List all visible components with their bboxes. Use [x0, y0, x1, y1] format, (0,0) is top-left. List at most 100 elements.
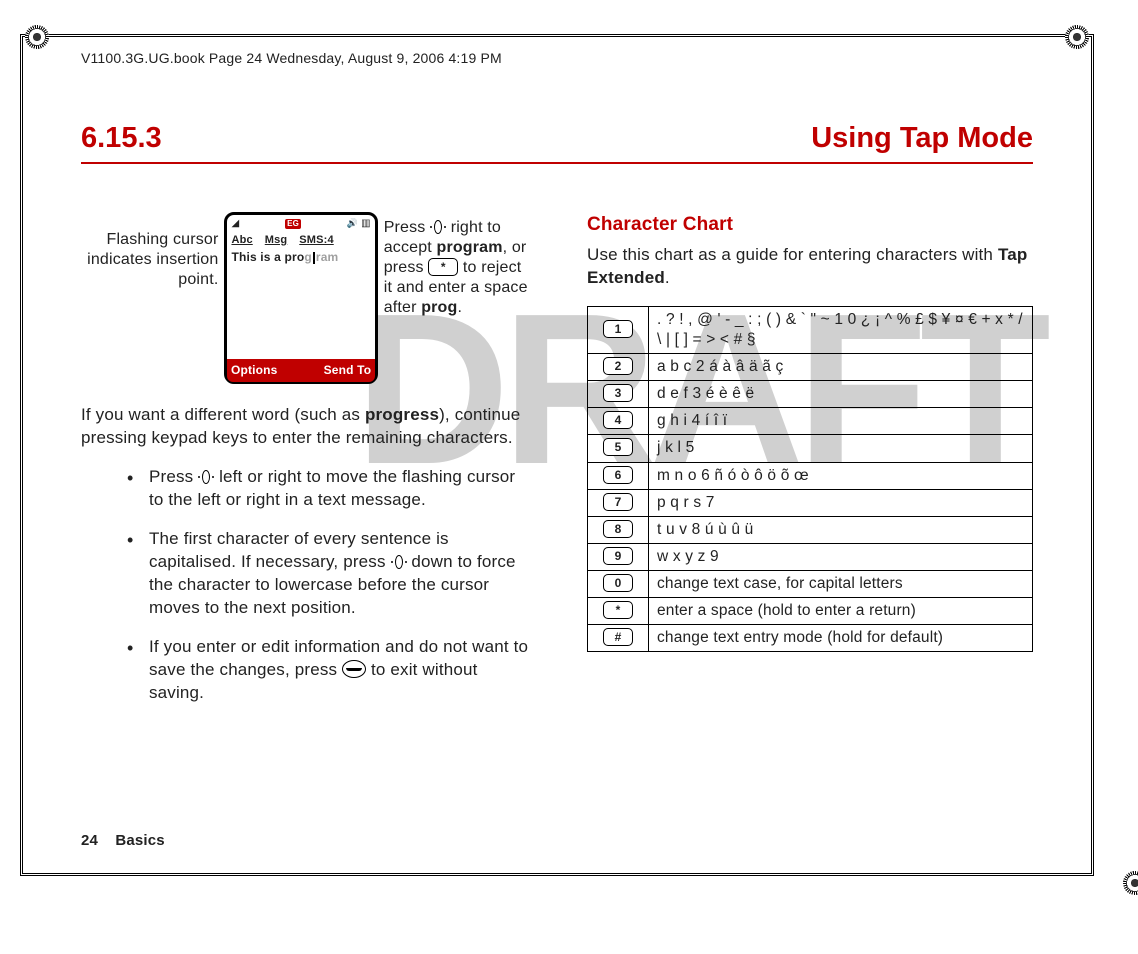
signal-icon — [231, 217, 239, 231]
keypad-key-icon: # — [603, 628, 633, 646]
value-cell: m n o 6 ñ ó ò ô ö õ œ — [649, 462, 1033, 489]
value-cell: . ? ! , @ ' - _ : ; ( ) & ` " ~ 1 0 ¿ ¡ … — [649, 306, 1033, 353]
key-cell: 9 — [588, 543, 649, 570]
list-item: The first character of every sentence is… — [105, 528, 531, 620]
section-title: Using Tap Mode — [811, 119, 1033, 158]
value-cell: change text case, for capital letters — [649, 571, 1033, 598]
key-cell: 5 — [588, 435, 649, 462]
nav-icon — [391, 555, 407, 569]
left-column: Flashing cursor indicates insertion poin… — [81, 212, 531, 720]
value-cell: enter a space (hold to enter a return) — [649, 598, 1033, 625]
corner-ornament — [1123, 871, 1138, 895]
bold-word: progress — [365, 405, 439, 424]
end-call-icon — [342, 660, 366, 678]
table-row: 4g h i 4 í î ï — [588, 408, 1033, 435]
value-cell: change text entry mode (hold for default… — [649, 625, 1033, 652]
value-cell: w x y z 9 — [649, 543, 1033, 570]
keypad-key-icon: 5 — [603, 438, 633, 456]
annotation-left: Flashing cursor indicates insertion poin… — [81, 212, 224, 290]
speaker-icon — [347, 218, 358, 229]
text: . — [665, 268, 670, 287]
annotation-right: Press right to accept program, or press … — [378, 212, 531, 318]
key-cell: 4 — [588, 408, 649, 435]
table-row: # change text entry mode (hold for defaul… — [588, 625, 1033, 652]
phone-illustration: EG ▥ Abc Msg SMS:4 This is a program Opt… — [224, 212, 377, 384]
table-row: 8 t u v 8 ú ù û ü — [588, 516, 1033, 543]
keypad-key-icon: 6 — [603, 466, 633, 484]
corner-ornament — [25, 25, 49, 49]
value-cell: t u v 8 ú ù û ü — [649, 516, 1033, 543]
message-text: This is a pro — [231, 250, 304, 264]
character-chart-table: 1 . ? ! , @ ' - _ : ; ( ) & ` " ~ 1 0 ¿ ¡… — [587, 306, 1033, 653]
phone-status-bar: EG ▥ — [227, 215, 374, 233]
softkey-right: Send To — [301, 362, 371, 378]
table-row: 6 m n o 6 ñ ó ò ô ö õ œ — [588, 462, 1033, 489]
table-row: 3 d e f 3 é è ê ë — [588, 381, 1033, 408]
text: Press — [149, 467, 198, 486]
key-cell: * — [588, 598, 649, 625]
list-item: If you enter or edit information and do … — [105, 636, 531, 705]
keypad-key-icon: 9 — [603, 547, 633, 565]
table-row: 9 w x y z 9 — [588, 543, 1033, 570]
table-row: 7 p q r s 7 — [588, 489, 1033, 516]
keypad-key-icon: 2 — [603, 357, 633, 375]
heading-rule — [81, 162, 1033, 164]
keypad-key-icon: 8 — [603, 520, 633, 538]
predicted-char: g — [304, 250, 312, 264]
page-footer: 24 Basics — [81, 831, 165, 851]
keypad-key-icon: 4 — [603, 411, 633, 429]
paragraph: If you want a different word (such as pr… — [81, 404, 531, 450]
annot-text: Press — [384, 219, 430, 236]
bold-word: prog — [421, 299, 457, 316]
network-badge: EG — [285, 219, 301, 229]
keypad-key-icon: 0 — [603, 574, 633, 592]
key-cell: 7 — [588, 489, 649, 516]
key-cell: 8 — [588, 516, 649, 543]
keypad-key-icon: 7 — [603, 493, 633, 511]
table-row: 5 j k l 5 — [588, 435, 1033, 462]
nav-icon — [198, 470, 214, 484]
binding-header: V1100.3G.UG.book Page 24 Wednesday, Augu… — [81, 47, 1033, 69]
page-number: 24 — [81, 832, 98, 849]
text: Use this chart as a guide for entering c… — [587, 245, 998, 264]
bullet-list: Press left or right to move the flashing… — [81, 466, 531, 704]
keypad-key-icon: 3 — [603, 384, 633, 402]
phone-tab: Abc — [231, 233, 252, 248]
key-cell: 3 — [588, 381, 649, 408]
table-row: 2 a b c 2 á à â ä ã ç — [588, 353, 1033, 380]
keypad-key-icon: * — [603, 601, 633, 619]
text: If you want a different word (such as — [81, 405, 365, 424]
annot-text: . — [457, 299, 462, 316]
key-cell: 0 — [588, 571, 649, 598]
section-heading: 6.15.3 Using Tap Mode — [81, 119, 1033, 158]
value-cell: a b c 2 á à â ä ã ç — [649, 353, 1033, 380]
section-number: 6.15.3 — [81, 119, 162, 158]
softkey-left: Options — [231, 362, 301, 378]
bold-word: program — [437, 239, 503, 256]
list-item: Press left or right to move the flashing… — [105, 466, 531, 512]
battery-icon: ▥ — [361, 218, 371, 229]
right-column: Character Chart Use this chart as a guid… — [587, 212, 1033, 720]
value-cell: d e f 3 é è ê ë — [649, 381, 1033, 408]
value-cell: p q r s 7 — [649, 489, 1033, 516]
table-row: 0 change text case, for capital letters — [588, 571, 1033, 598]
predicted-suffix: ram — [316, 250, 339, 264]
text-cursor — [313, 252, 315, 264]
phone-tab: SMS:4 — [299, 233, 333, 248]
value-cell: j k l 5 — [649, 435, 1033, 462]
phone-message-area: This is a program — [227, 247, 374, 359]
key-cell: # — [588, 625, 649, 652]
nav-icon — [430, 220, 446, 234]
phone-tab: Msg — [265, 233, 288, 248]
subheading: Character Chart — [587, 212, 1033, 238]
star-key-icon: * — [428, 258, 458, 276]
phone-tabs: Abc Msg SMS:4 — [227, 233, 374, 248]
key-cell: 1 — [588, 306, 649, 353]
key-cell: 2 — [588, 353, 649, 380]
phone-softkeys: Options Send To — [227, 359, 375, 381]
key-cell: 6 — [588, 462, 649, 489]
keypad-key-icon: 1 — [603, 320, 633, 338]
paragraph: Use this chart as a guide for entering c… — [587, 244, 1033, 290]
footer-section: Basics — [115, 832, 164, 849]
table-row: * enter a space (hold to enter a return) — [588, 598, 1033, 625]
